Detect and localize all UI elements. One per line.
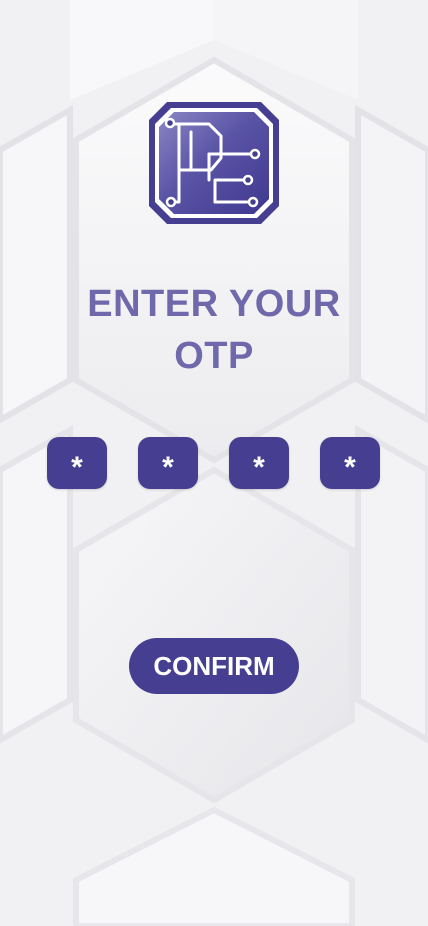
otp-digit-1[interactable]: * bbox=[47, 437, 107, 489]
pe-circuit-logo-icon bbox=[149, 102, 279, 224]
title-line-2: OTP bbox=[174, 335, 254, 377]
confirm-button[interactable]: CONFIRM bbox=[129, 638, 299, 694]
otp-input-row: * * * * bbox=[0, 437, 428, 489]
title-line-1: ENTER YOUR bbox=[87, 283, 341, 325]
otp-digit-2[interactable]: * bbox=[138, 437, 198, 489]
otp-digit-4[interactable]: * bbox=[320, 437, 380, 489]
otp-digit-3[interactable]: * bbox=[229, 437, 289, 489]
page-title: ENTER YOUR OTP bbox=[0, 278, 428, 382]
